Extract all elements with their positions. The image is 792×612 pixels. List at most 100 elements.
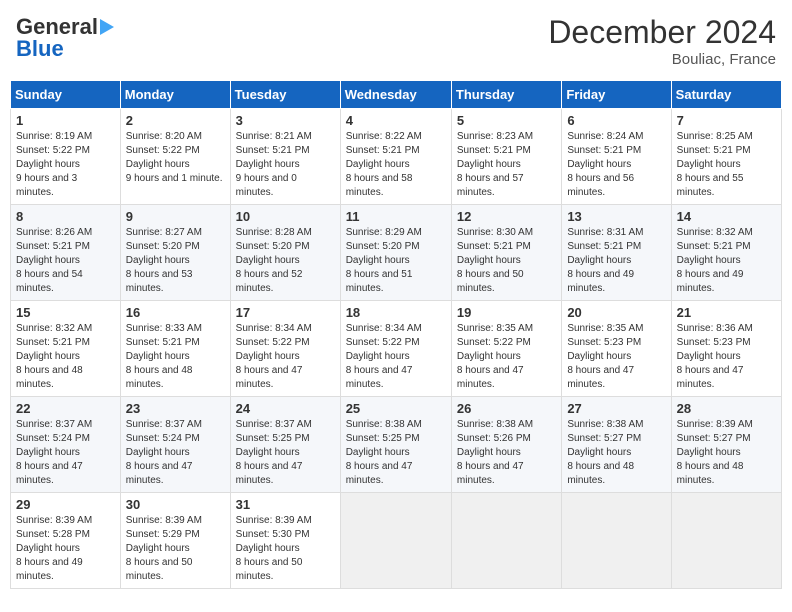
calendar-week-row: 1 Sunrise: 8:19 AMSunset: 5:22 PMDaylight… [11, 109, 782, 205]
calendar-cell [451, 493, 561, 589]
calendar-cell: 11 Sunrise: 8:29 AMSunset: 5:20 PMDayligh… [340, 205, 451, 301]
calendar-cell: 4 Sunrise: 8:22 AMSunset: 5:21 PMDaylight… [340, 109, 451, 205]
col-header-wednesday: Wednesday [340, 81, 451, 109]
day-number: 8 [16, 209, 115, 224]
calendar-cell: 26 Sunrise: 8:38 AMSunset: 5:26 PMDayligh… [451, 397, 561, 493]
day-info: Sunrise: 8:37 AMSunset: 5:24 PMDaylight … [16, 418, 115, 488]
day-number: 26 [457, 401, 556, 416]
logo-blue: Blue [16, 36, 64, 62]
calendar-cell: 27Sunrise: 8:38 AMSunset: 5:27 PMDayligh… [562, 397, 671, 493]
day-number: 25 [346, 401, 446, 416]
calendar-cell [671, 493, 781, 589]
day-number: 11 [346, 209, 446, 224]
day-number: 21 [677, 305, 776, 320]
day-number: 10 [236, 209, 335, 224]
day-info: Sunrise: 8:22 AMSunset: 5:21 PMDaylight … [346, 130, 446, 200]
col-header-tuesday: Tuesday [230, 81, 340, 109]
day-info: Sunrise: 8:38 AMSunset: 5:25 PMDaylight … [346, 418, 446, 488]
calendar-cell: 30Sunrise: 8:39 AMSunset: 5:29 PMDayligh… [120, 493, 230, 589]
day-info: Sunrise: 8:37 AMSunset: 5:24 PMDaylight … [126, 418, 225, 488]
logo-arrow-icon [100, 19, 114, 35]
calendar-table: SundayMondayTuesdayWednesdayThursdayFrid… [10, 80, 782, 589]
calendar-week-row: 29 Sunrise: 8:39 AMSunset: 5:28 PMDayligh… [11, 493, 782, 589]
day-info: Sunrise: 8:19 AMSunset: 5:22 PMDaylight … [16, 130, 115, 200]
day-number: 3 [236, 113, 335, 128]
calendar-cell: 23 Sunrise: 8:37 AMSunset: 5:24 PMDayligh… [120, 397, 230, 493]
day-number: 14 [677, 209, 776, 224]
day-number: 18 [346, 305, 446, 320]
calendar-cell: 28 Sunrise: 8:39 AMSunset: 5:27 PMDayligh… [671, 397, 781, 493]
day-number: 28 [677, 401, 776, 416]
day-number: 7 [677, 113, 776, 128]
calendar-week-row: 22Sunrise: 8:37 AMSunset: 5:24 PMDayligh… [11, 397, 782, 493]
day-info: Sunrise: 8:34 AMSunset: 5:22 PMDaylight … [236, 322, 335, 392]
day-info: Sunrise: 8:39 AMSunset: 5:29 PMDaylight … [126, 514, 225, 584]
calendar-cell: 9Sunrise: 8:27 AMSunset: 5:20 PMDaylight… [120, 205, 230, 301]
day-info: Sunrise: 8:38 AMSunset: 5:26 PMDaylight … [457, 418, 556, 488]
calendar-cell: 29 Sunrise: 8:39 AMSunset: 5:28 PMDayligh… [11, 493, 121, 589]
day-number: 15 [16, 305, 115, 320]
day-number: 1 [16, 113, 115, 128]
day-number: 4 [346, 113, 446, 128]
calendar-cell: 19Sunrise: 8:35 AMSunset: 5:22 PMDayligh… [451, 301, 561, 397]
day-number: 20 [567, 305, 665, 320]
calendar-title: December 2024 [548, 14, 776, 51]
day-info: Sunrise: 8:34 AMSunset: 5:22 PMDaylight … [346, 322, 446, 392]
day-number: 16 [126, 305, 225, 320]
day-info: Sunrise: 8:32 AMSunset: 5:21 PMDaylight … [16, 322, 115, 392]
calendar-cell: 13Sunrise: 8:31 AMSunset: 5:21 PMDayligh… [562, 205, 671, 301]
day-number: 31 [236, 497, 335, 512]
col-header-monday: Monday [120, 81, 230, 109]
calendar-cell: 16 Sunrise: 8:33 AMSunset: 5:21 PMDayligh… [120, 301, 230, 397]
day-info: Sunrise: 8:27 AMSunset: 5:20 PMDaylight … [126, 226, 225, 296]
day-number: 17 [236, 305, 335, 320]
day-info: Sunrise: 8:21 AMSunset: 5:21 PMDaylight … [236, 130, 335, 200]
day-info: Sunrise: 8:39 AMSunset: 5:27 PMDaylight … [677, 418, 776, 488]
calendar-subtitle: Bouliac, France [548, 51, 776, 68]
day-info: Sunrise: 8:37 AMSunset: 5:25 PMDaylight … [236, 418, 335, 488]
calendar-cell: 24Sunrise: 8:37 AMSunset: 5:25 PMDayligh… [230, 397, 340, 493]
calendar-cell: 31 Sunrise: 8:39 AMSunset: 5:30 PMDayligh… [230, 493, 340, 589]
calendar-week-row: 15 Sunrise: 8:32 AMSunset: 5:21 PMDayligh… [11, 301, 782, 397]
day-info: Sunrise: 8:29 AMSunset: 5:20 PMDaylight … [346, 226, 446, 296]
day-number: 27 [567, 401, 665, 416]
calendar-cell: 3 Sunrise: 8:21 AMSunset: 5:21 PMDaylight… [230, 109, 340, 205]
calendar-cell: 5 Sunrise: 8:23 AMSunset: 5:21 PMDaylight… [451, 109, 561, 205]
calendar-cell: 20 Sunrise: 8:35 AMSunset: 5:23 PMDayligh… [562, 301, 671, 397]
day-info: Sunrise: 8:39 AMSunset: 5:30 PMDaylight … [236, 514, 335, 584]
day-number: 6 [567, 113, 665, 128]
col-header-friday: Friday [562, 81, 671, 109]
day-number: 13 [567, 209, 665, 224]
day-info: Sunrise: 8:39 AMSunset: 5:28 PMDaylight … [16, 514, 115, 584]
calendar-cell: 14 Sunrise: 8:32 AMSunset: 5:21 PMDayligh… [671, 205, 781, 301]
calendar-cell: 15 Sunrise: 8:32 AMSunset: 5:21 PMDayligh… [11, 301, 121, 397]
calendar-week-row: 8 Sunrise: 8:26 AMSunset: 5:21 PMDaylight… [11, 205, 782, 301]
day-info: Sunrise: 8:26 AMSunset: 5:21 PMDaylight … [16, 226, 115, 296]
day-number: 29 [16, 497, 115, 512]
day-info: Sunrise: 8:35 AMSunset: 5:23 PMDaylight … [567, 322, 665, 392]
col-header-saturday: Saturday [671, 81, 781, 109]
calendar-cell [340, 493, 451, 589]
calendar-cell: 1 Sunrise: 8:19 AMSunset: 5:22 PMDaylight… [11, 109, 121, 205]
logo: General Blue [16, 14, 114, 62]
calendar-cell: 2Sunrise: 8:20 AMSunset: 5:22 PMDaylight… [120, 109, 230, 205]
header: General Blue December 2024 Bouliac, Fran… [10, 10, 782, 72]
day-info: Sunrise: 8:23 AMSunset: 5:21 PMDaylight … [457, 130, 556, 200]
day-number: 12 [457, 209, 556, 224]
day-number: 5 [457, 113, 556, 128]
calendar-cell: 12Sunrise: 8:30 AMSunset: 5:21 PMDayligh… [451, 205, 561, 301]
day-info: Sunrise: 8:33 AMSunset: 5:21 PMDaylight … [126, 322, 225, 392]
day-info: Sunrise: 8:32 AMSunset: 5:21 PMDaylight … [677, 226, 776, 296]
day-info: Sunrise: 8:25 AMSunset: 5:21 PMDaylight … [677, 130, 776, 200]
calendar-cell: 22Sunrise: 8:37 AMSunset: 5:24 PMDayligh… [11, 397, 121, 493]
calendar-header-row: SundayMondayTuesdayWednesdayThursdayFrid… [11, 81, 782, 109]
calendar-cell: 6 Sunrise: 8:24 AMSunset: 5:21 PMDaylight… [562, 109, 671, 205]
day-info: Sunrise: 8:24 AMSunset: 5:21 PMDaylight … [567, 130, 665, 200]
calendar-cell: 21 Sunrise: 8:36 AMSunset: 5:23 PMDayligh… [671, 301, 781, 397]
calendar-cell: 7 Sunrise: 8:25 AMSunset: 5:21 PMDaylight… [671, 109, 781, 205]
calendar-cell: 25 Sunrise: 8:38 AMSunset: 5:25 PMDayligh… [340, 397, 451, 493]
day-number: 2 [126, 113, 225, 128]
col-header-sunday: Sunday [11, 81, 121, 109]
day-number: 23 [126, 401, 225, 416]
day-info: Sunrise: 8:36 AMSunset: 5:23 PMDaylight … [677, 322, 776, 392]
